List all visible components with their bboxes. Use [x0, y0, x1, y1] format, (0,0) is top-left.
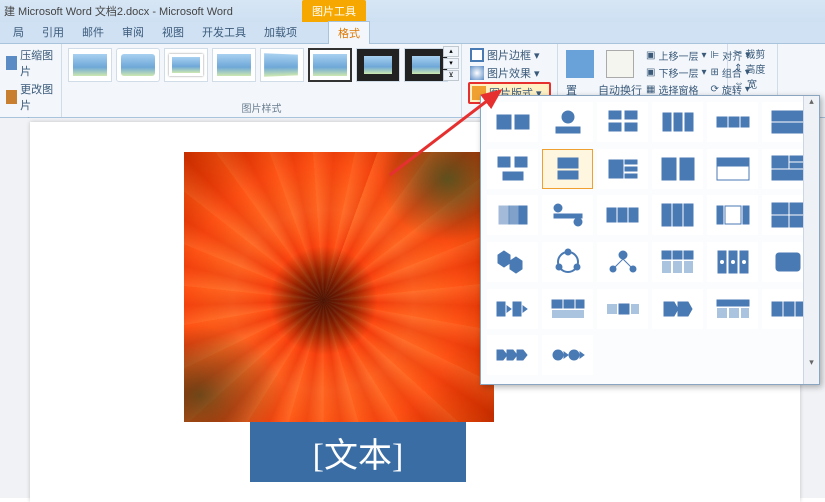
compress-button[interactable]: 压缩图片 — [6, 46, 55, 80]
tab-addins[interactable]: 加载项 — [255, 21, 306, 43]
smartart-item[interactable] — [487, 102, 538, 142]
wrap-icon[interactable] — [606, 50, 634, 78]
tab-developer[interactable]: 开发工具 — [193, 21, 255, 43]
scroll-down[interactable]: ▾ — [804, 357, 819, 368]
smartart-item[interactable] — [487, 335, 538, 375]
tab-mailings[interactable]: 邮件 — [73, 21, 113, 43]
picture-tools-tab[interactable]: 图片工具 — [302, 0, 366, 22]
smartart-item[interactable] — [542, 102, 593, 142]
window-title: 建 Microsoft Word 文档2.docx - Microsoft Wo… — [4, 3, 233, 19]
tab-format[interactable]: 格式 — [328, 21, 370, 44]
style-thumb-8[interactable] — [404, 48, 448, 82]
bring-forward-button[interactable]: ▣ 上移一层 ▾ — [646, 48, 706, 63]
inserted-image[interactable] — [184, 152, 494, 422]
effects-icon — [470, 66, 484, 80]
style-thumb-5[interactable] — [260, 48, 304, 82]
adjust-group: 压缩图片 更改图片 重设图片 — [0, 44, 62, 117]
compress-icon — [6, 56, 17, 70]
tab-references[interactable]: 引用 — [33, 21, 73, 43]
style-thumb-6[interactable] — [308, 48, 352, 82]
smartart-item[interactable] — [542, 195, 593, 235]
gallery-scrollbar[interactable]: ▴ ▾ — [803, 96, 819, 384]
height-field[interactable]: ⇕ 高度 — [734, 61, 771, 76]
border-icon — [470, 48, 484, 62]
style-thumb-2[interactable] — [116, 48, 160, 82]
smartart-item[interactable] — [487, 242, 538, 282]
smartart-item[interactable] — [542, 335, 593, 375]
smartart-item[interactable] — [597, 289, 648, 329]
smartart-item[interactable] — [707, 102, 758, 142]
tab-review[interactable]: 审阅 — [113, 21, 153, 43]
smartart-item[interactable] — [707, 289, 758, 329]
change-picture-button[interactable]: 更改图片 — [6, 80, 55, 114]
tab-view[interactable]: 视图 — [153, 21, 193, 43]
ribbon-tabs: 局 引用 邮件 审阅 视图 开发工具 加载项 格式 — [0, 22, 825, 44]
smartart-item[interactable] — [542, 242, 593, 282]
styles-label: 图片样式 — [68, 100, 455, 115]
smartart-item[interactable] — [652, 102, 703, 142]
smartart-item[interactable] — [487, 149, 538, 189]
scroll-up[interactable]: ▴ — [804, 96, 819, 107]
send-backward-button[interactable]: ▣ 下移一层 ▾ — [646, 65, 706, 80]
style-nav-up[interactable]: ▴ — [443, 46, 459, 57]
smartart-item-selected[interactable] — [542, 149, 593, 189]
style-thumb-4[interactable] — [212, 48, 256, 82]
smartart-item[interactable] — [652, 195, 703, 235]
style-thumb-3[interactable] — [164, 48, 208, 82]
crop-button[interactable]: ✂ 裁剪 — [734, 46, 771, 61]
smartart-item[interactable] — [597, 242, 648, 282]
picture-border-button[interactable]: 图片边框 ▾ — [468, 46, 551, 64]
style-nav-more[interactable]: ⊻ — [443, 70, 459, 81]
smartart-item[interactable] — [542, 289, 593, 329]
style-nav-down[interactable]: ▾ — [443, 58, 459, 69]
smartart-item[interactable] — [597, 102, 648, 142]
smartart-item[interactable] — [707, 242, 758, 282]
flower-image — [184, 152, 494, 422]
smartart-item[interactable] — [597, 149, 648, 189]
tab-layout[interactable]: 局 — [4, 21, 33, 43]
style-gallery-nav: ▴ ▾ ⊻ — [443, 46, 459, 82]
smartart-item[interactable] — [652, 149, 703, 189]
title-bar: 建 Microsoft Word 文档2.docx - Microsoft Wo… — [0, 0, 825, 22]
smartart-item[interactable] — [487, 289, 538, 329]
smartart-item[interactable] — [707, 149, 758, 189]
smartart-gallery: ▴ ▾ — [480, 95, 820, 385]
position-icon[interactable] — [566, 50, 594, 78]
width-field[interactable]: ⇔ 宽 — [734, 76, 771, 91]
smartart-item[interactable] — [707, 195, 758, 235]
smartart-item[interactable] — [597, 195, 648, 235]
style-thumb-1[interactable] — [68, 48, 112, 82]
smartart-item[interactable] — [487, 195, 538, 235]
smartart-caption[interactable]: [文本] — [250, 422, 466, 482]
change-icon — [6, 90, 17, 104]
picture-effects-button[interactable]: 图片效果 ▾ — [468, 64, 551, 82]
style-thumb-7[interactable] — [356, 48, 400, 82]
smartart-item[interactable] — [652, 242, 703, 282]
picture-styles-group: ▴ ▾ ⊻ 图片样式 — [62, 44, 462, 117]
smartart-item[interactable] — [652, 289, 703, 329]
